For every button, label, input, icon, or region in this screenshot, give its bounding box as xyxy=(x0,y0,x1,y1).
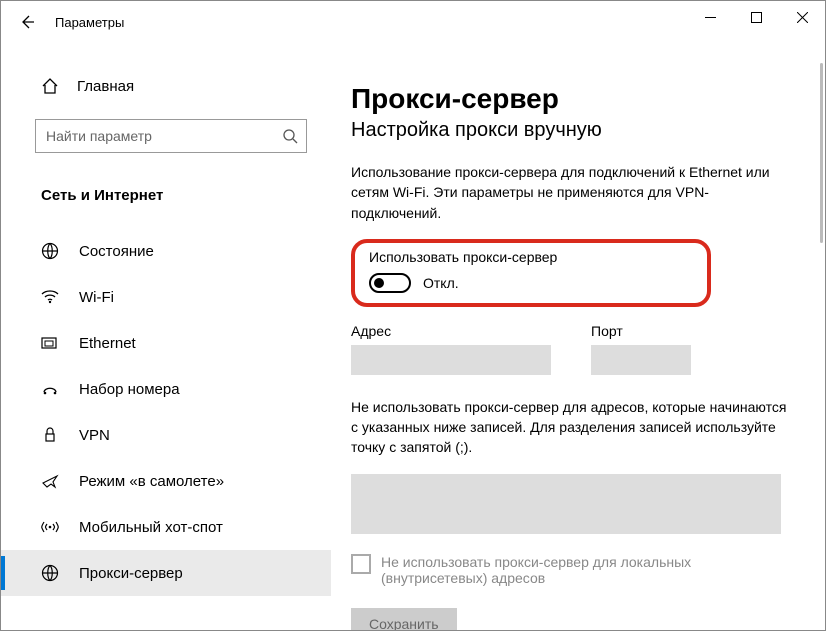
sidebar-item-label: Wi-Fi xyxy=(79,289,114,306)
use-proxy-label: Использовать прокси-сервер xyxy=(369,249,691,265)
globe-icon xyxy=(41,564,63,582)
address-input[interactable] xyxy=(351,345,551,375)
sidebar-item-wifi[interactable]: Wi-Fi xyxy=(1,274,331,320)
address-label: Адрес xyxy=(351,323,551,339)
sidebar-item-hotspot[interactable]: Мобильный хот-спот xyxy=(1,504,331,550)
exceptions-description: Не использовать прокси-сервер для адресо… xyxy=(351,397,791,458)
titlebar: Параметры xyxy=(1,1,825,43)
sidebar-item-vpn[interactable]: VPN xyxy=(1,412,331,458)
sidebar: Главная Найти параметр Сеть и Интернет С… xyxy=(1,43,331,630)
sidebar-item-airplane[interactable]: Режим «в самолете» xyxy=(1,458,331,504)
globe-icon xyxy=(41,242,63,260)
close-icon xyxy=(797,12,808,23)
proxy-description: Использование прокси-сервера для подключ… xyxy=(351,162,791,223)
main-content: Прокси-сервер Настройка прокси вручную И… xyxy=(331,43,825,630)
sidebar-item-dialup[interactable]: Набор номера xyxy=(1,366,331,412)
maximize-icon xyxy=(751,12,762,23)
use-proxy-toggle[interactable] xyxy=(369,273,411,293)
sidebar-item-status[interactable]: Состояние xyxy=(1,228,331,274)
port-label: Порт xyxy=(591,323,691,339)
sidebar-item-label: Состояние xyxy=(79,243,154,260)
home-link[interactable]: Главная xyxy=(1,65,331,107)
sidebar-item-label: Мобильный хот-спот xyxy=(79,519,223,536)
maximize-button[interactable] xyxy=(733,1,779,33)
sidebar-item-label: VPN xyxy=(79,427,110,444)
arrow-left-icon xyxy=(19,14,35,30)
search-input[interactable]: Найти параметр xyxy=(35,119,307,153)
sidebar-item-label: Режим «в самолете» xyxy=(79,473,224,490)
sidebar-item-label: Набор номера xyxy=(79,381,180,398)
window-title: Параметры xyxy=(55,15,687,30)
vpn-icon xyxy=(41,427,63,443)
toggle-state-text: Откл. xyxy=(423,275,459,291)
home-icon xyxy=(41,77,63,95)
local-checkbox-row[interactable]: Не использовать прокси-сервер для локаль… xyxy=(351,554,781,586)
scrollbar[interactable] xyxy=(820,63,823,243)
sidebar-category: Сеть и Интернет xyxy=(1,187,331,204)
back-button[interactable] xyxy=(13,8,41,36)
minimize-button[interactable] xyxy=(687,1,733,33)
sidebar-item-label: Прокси-сервер xyxy=(79,565,183,582)
sidebar-item-proxy[interactable]: Прокси-сервер xyxy=(1,550,331,596)
close-button[interactable] xyxy=(779,1,825,33)
page-title: Прокси-сервер xyxy=(351,83,801,115)
exceptions-input[interactable] xyxy=(351,474,781,534)
address-field: Адрес xyxy=(351,323,551,375)
search-placeholder: Найти параметр xyxy=(46,128,282,144)
port-input[interactable] xyxy=(591,345,691,375)
window-controls xyxy=(687,1,825,43)
window-body: Главная Найти параметр Сеть и Интернет С… xyxy=(1,43,825,630)
search-icon xyxy=(282,128,298,144)
wifi-icon xyxy=(41,290,63,304)
address-port-row: Адрес Порт xyxy=(351,323,801,375)
settings-window: Параметры Главная Найти параметр xyxy=(0,0,826,631)
checkbox-icon xyxy=(351,554,371,574)
sidebar-item-ethernet[interactable]: Ethernet xyxy=(1,320,331,366)
airplane-icon xyxy=(41,472,63,490)
ethernet-icon xyxy=(41,336,63,350)
page-subtitle: Настройка прокси вручную xyxy=(351,119,801,142)
highlight-annotation: Использовать прокси-сервер Откл. xyxy=(351,239,711,307)
hotspot-icon xyxy=(41,519,63,535)
minimize-icon xyxy=(705,12,716,23)
save-button[interactable]: Сохранить xyxy=(351,608,457,630)
local-checkbox-label: Не использовать прокси-сервер для локаль… xyxy=(381,554,781,586)
dialup-icon xyxy=(41,382,63,396)
port-field: Порт xyxy=(591,323,691,375)
use-proxy-toggle-row: Откл. xyxy=(369,273,691,293)
sidebar-item-label: Ethernet xyxy=(79,335,136,352)
home-label: Главная xyxy=(77,78,134,95)
